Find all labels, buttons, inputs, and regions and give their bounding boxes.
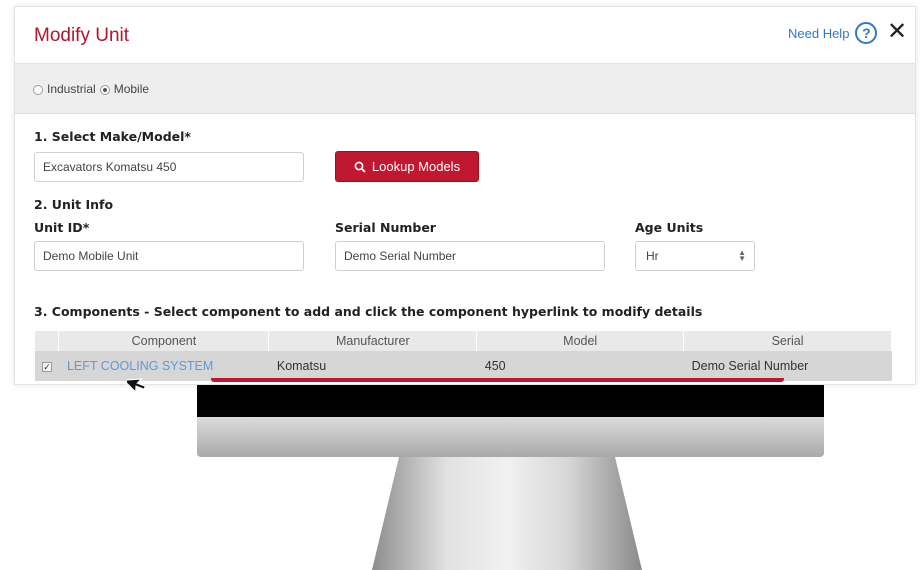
lookup-models-label: Lookup Models (371, 159, 461, 174)
table-header-row: Component Manufacturer Model Serial (35, 331, 892, 351)
manufacturer-cell: Komatsu (268, 351, 477, 381)
dialog-title: Modify Unit (34, 25, 130, 46)
table-header-component: Component (58, 331, 270, 351)
model-cell: 450 (476, 351, 684, 381)
table-row[interactable]: ✓ LEFT COOLING SYSTEM Komatsu 450 Demo S… (35, 351, 892, 381)
unit-id-label: Unit ID* (34, 220, 90, 235)
footer-accent-bar (211, 378, 784, 382)
serial-cell: Demo Serial Number (683, 351, 892, 381)
section-unit-info-title: 2. Unit Info (34, 197, 114, 212)
radio-industrial-label: Industrial (47, 81, 96, 96)
need-help-link[interactable]: Need Help ? (788, 22, 878, 44)
age-units-select[interactable]: Hr ▲ ▼ (635, 241, 755, 271)
help-circle-icon: ? (855, 22, 878, 44)
unit-id-input[interactable]: Demo Mobile Unit (34, 241, 304, 271)
search-icon (354, 161, 366, 173)
mouse-pointer-icon (127, 378, 147, 394)
unit-type-radio-bar: Industrial Mobile (15, 64, 915, 114)
serial-number-label: Serial Number (335, 220, 436, 235)
monitor-chin (197, 417, 824, 457)
sort-arrows-icon: ▲ ▼ (738, 248, 746, 263)
monitor-stand (372, 457, 642, 570)
section-components-title: 3. Components - Select component to add … (34, 304, 703, 319)
radio-mobile-label: Mobile (113, 81, 150, 96)
row-select-cell: ✓ (35, 351, 59, 381)
age-units-label: Age Units (635, 220, 704, 235)
make-model-input[interactable]: Excavators Komatsu 450 (34, 152, 304, 182)
table-header-model: Model (476, 331, 685, 351)
need-help-label: Need Help (788, 25, 850, 41)
lookup-models-button[interactable]: Lookup Models (335, 151, 479, 182)
close-icon[interactable]: ✕ (887, 20, 907, 44)
table-header-manufacturer: Manufacturer (268, 331, 478, 351)
dialog-header: Modify Unit Need Help ? ✕ (15, 7, 915, 64)
radio-mobile-indicator[interactable] (99, 84, 110, 95)
radio-industrial[interactable]: Industrial (33, 82, 96, 96)
modify-unit-dialog: Modify Unit Need Help ? ✕ Industrial Mob… (14, 6, 916, 385)
table-header-serial: Serial (683, 331, 892, 351)
age-units-value: Hr (646, 249, 659, 263)
radio-industrial-indicator[interactable] (33, 84, 43, 95)
components-table: Component Manufacturer Model Serial ✓ LE… (35, 331, 892, 381)
component-cell: LEFT COOLING SYSTEM (58, 351, 269, 381)
table-header-select (35, 331, 60, 351)
section-make-model-title: 1. Select Make/Model* (34, 129, 191, 144)
row-checkbox[interactable]: ✓ (41, 362, 52, 372)
radio-mobile[interactable]: Mobile (99, 81, 150, 96)
serial-number-input[interactable]: Demo Serial Number (335, 241, 605, 271)
